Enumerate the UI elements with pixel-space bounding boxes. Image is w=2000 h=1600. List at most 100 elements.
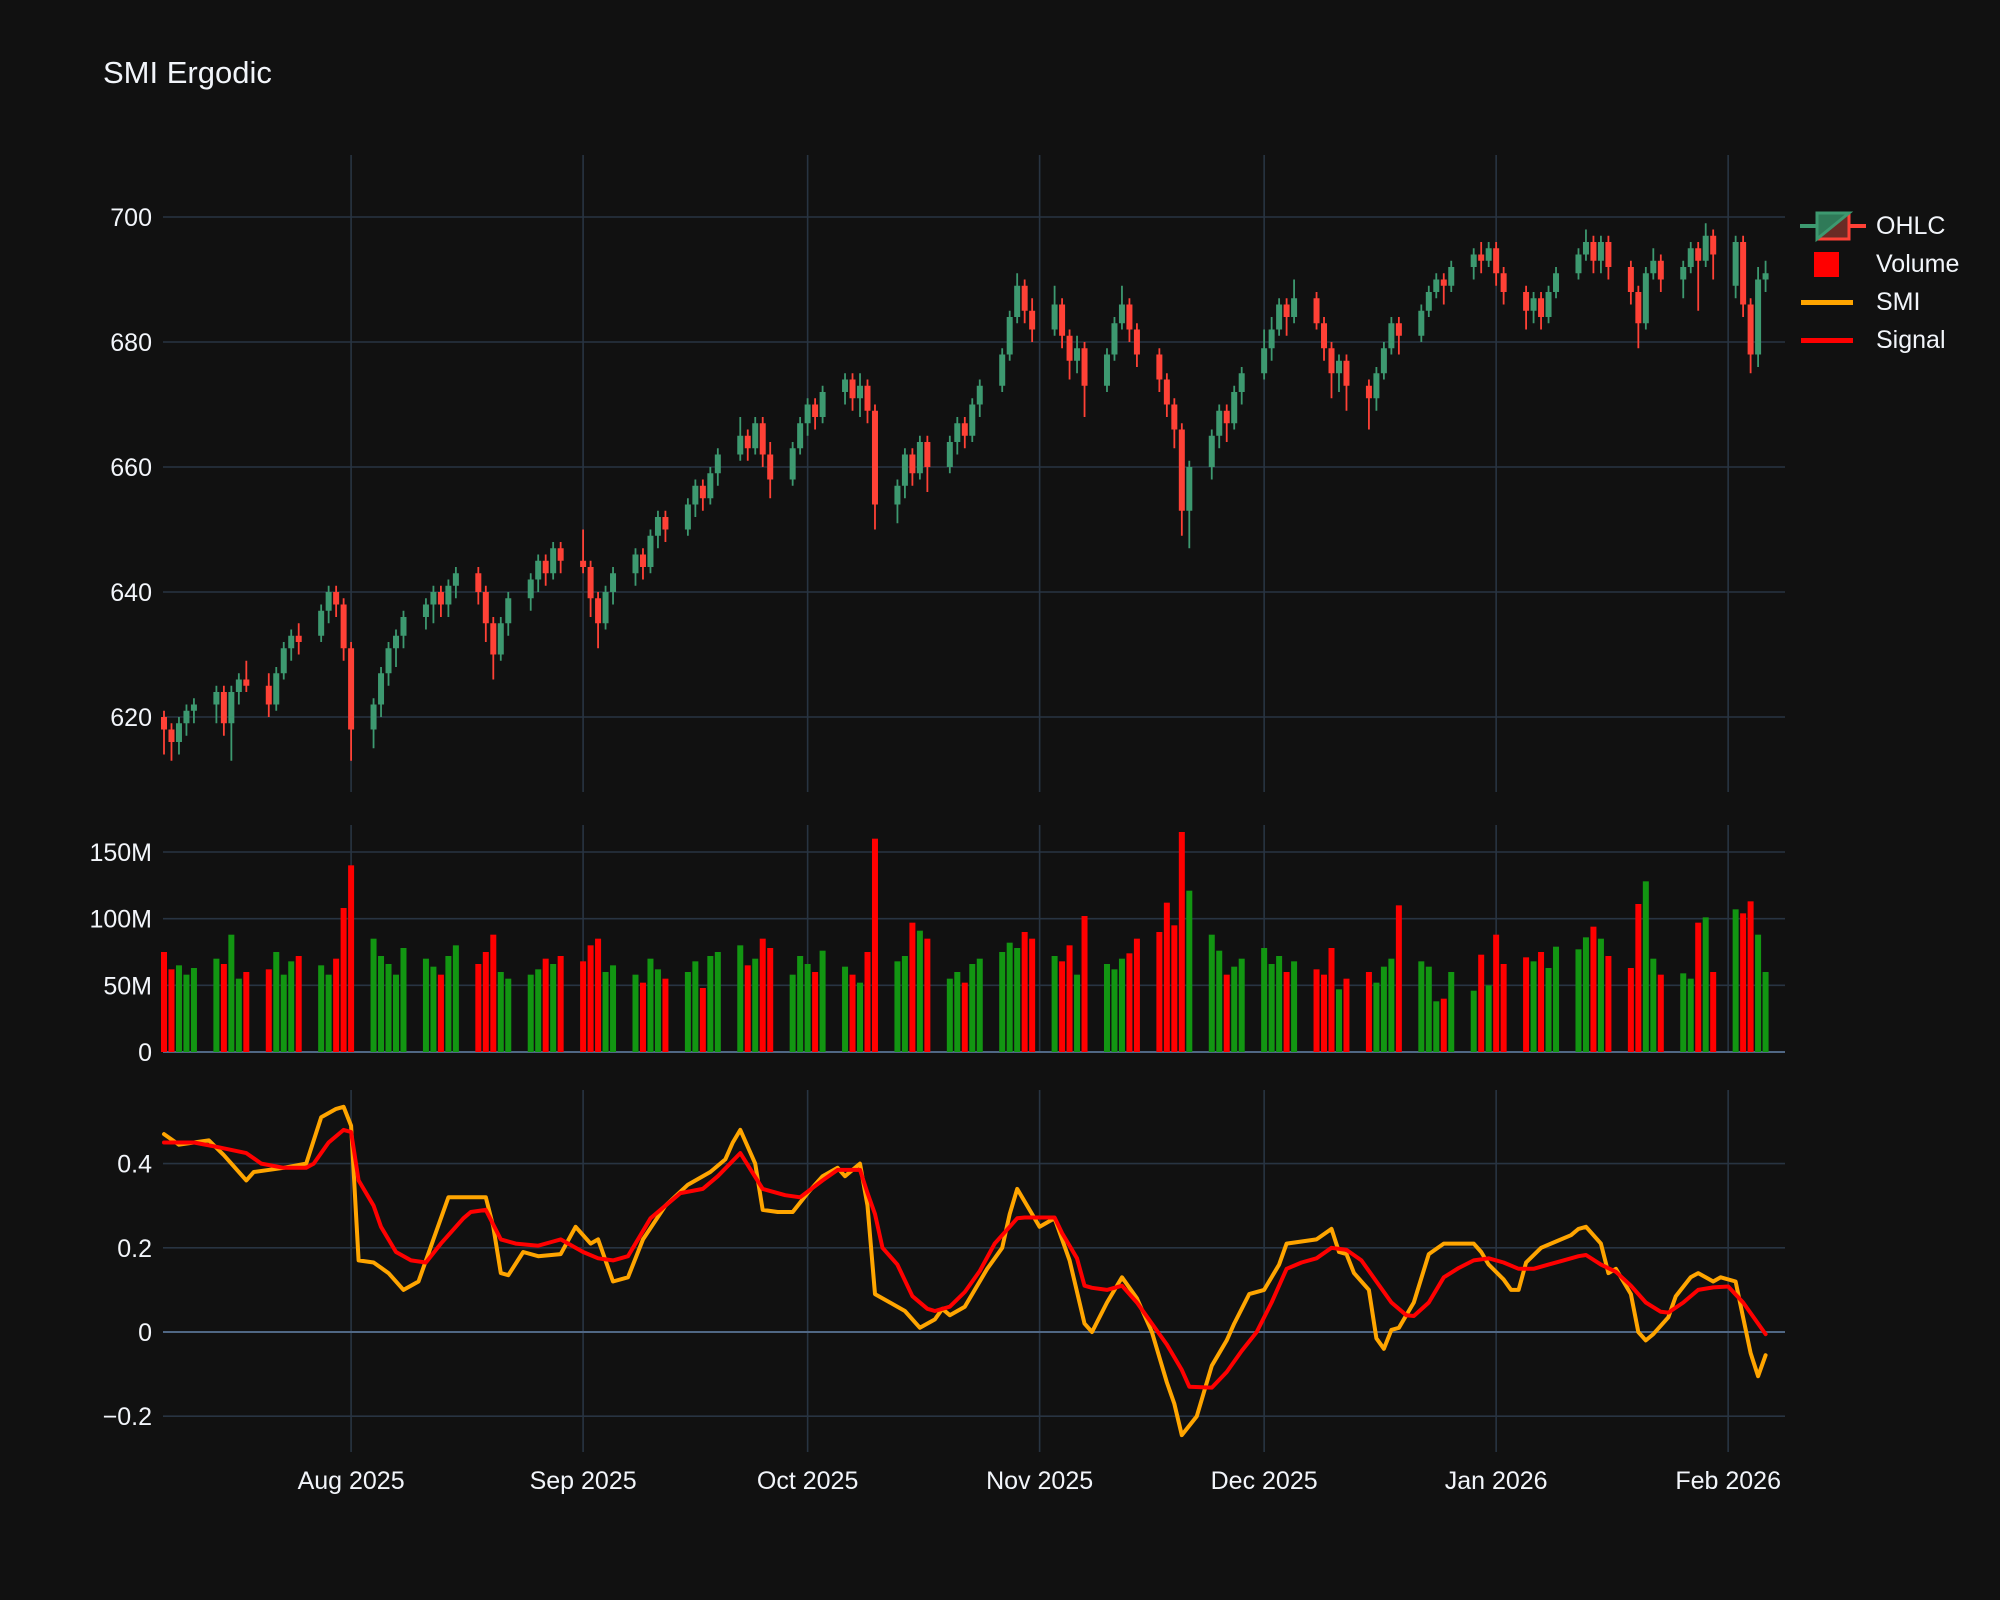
axis-labels: 700 680 660 640 620 150M 100M 50M 0 0.4 0.2 0 −0.2 Au… [89, 204, 1781, 1495]
candle-body [378, 673, 385, 705]
volume-bar [542, 958, 549, 1052]
volume-tick-label: 50M [103, 972, 152, 1000]
volume-bar [1103, 964, 1110, 1052]
volume-bar [1118, 958, 1125, 1052]
legend-item-smi[interactable]: SMI [1800, 283, 1959, 321]
volume-bar [243, 972, 250, 1052]
chart-canvas[interactable]: 700 680 660 640 620 150M 100M 50M 0 0.4 0.2 0 −0.2 Au… [0, 0, 2000, 1600]
candle-body [1365, 385, 1372, 399]
volume-bar [707, 956, 714, 1052]
candle-body [969, 404, 976, 436]
volume-bar [1597, 938, 1604, 1052]
legend-item-ohlc[interactable]: OHLC [1800, 207, 1959, 245]
volume-bar [1380, 966, 1387, 1052]
candle-body [1553, 273, 1560, 292]
volume-bar [1687, 978, 1694, 1052]
candle-body [999, 354, 1006, 386]
volume-bar [1231, 966, 1238, 1052]
candle-body [1029, 310, 1036, 330]
volume-bar [1186, 890, 1193, 1052]
candle-body [744, 435, 751, 449]
candle-body [684, 504, 691, 530]
volume-bar [1335, 989, 1342, 1052]
candle-body [1755, 279, 1762, 355]
volume-bar [1530, 961, 1537, 1052]
volume-bar [168, 969, 175, 1052]
volume-bar [857, 982, 864, 1052]
volume-bar [1642, 881, 1649, 1052]
candle-body [1470, 254, 1477, 267]
candle-body [1208, 435, 1215, 467]
candle-body [759, 423, 766, 455]
volume-bar [400, 948, 407, 1052]
candle-body [1074, 348, 1081, 361]
candle-body [295, 635, 302, 642]
volume-bar [422, 958, 429, 1052]
candle-body [1014, 285, 1021, 317]
legend-item-volume[interactable]: Volume [1800, 245, 1959, 283]
volume-bar [1388, 958, 1395, 1052]
volume-bar [924, 938, 931, 1052]
candle-body [445, 585, 452, 605]
volume-bar [1523, 957, 1530, 1052]
volume-bar [1575, 949, 1582, 1052]
volume-bar [1313, 969, 1320, 1052]
volume-bar [842, 966, 849, 1052]
price-tick-label: 700 [110, 204, 152, 232]
candle-body [707, 473, 714, 499]
candle-body [1425, 292, 1432, 311]
volume-bar [550, 964, 557, 1052]
candle-body [804, 404, 811, 424]
volume-bar [452, 945, 459, 1052]
candle-body [228, 692, 235, 724]
volume-bar [1059, 961, 1066, 1052]
volume-bar [175, 965, 182, 1052]
volume-tick-label: 0 [138, 1039, 152, 1067]
candle-body [1051, 304, 1058, 330]
candle-body [1163, 379, 1170, 405]
candle-body [1103, 354, 1110, 386]
volume-bar [1590, 926, 1597, 1052]
candle-body [1590, 242, 1597, 261]
legend-label-signal: Signal [1876, 325, 1946, 354]
volume-bar [437, 974, 444, 1052]
volume-bar [161, 952, 167, 1052]
legend-label-ohlc: OHLC [1876, 211, 1946, 240]
candle-body [812, 404, 819, 417]
candle-body [1111, 323, 1118, 355]
volume-swatch-icon [1800, 251, 1870, 277]
volume-bar [228, 934, 235, 1052]
volume-bar [295, 956, 302, 1052]
volume-bar [961, 982, 968, 1052]
volume-bar [1276, 956, 1283, 1052]
candle-body [430, 592, 437, 605]
price-tick-label: 660 [110, 454, 152, 482]
volume-bar [1732, 909, 1739, 1052]
volume-bar [445, 956, 452, 1052]
volume-bar [1029, 938, 1036, 1052]
candle-body [482, 592, 489, 624]
volume-bar [684, 972, 691, 1052]
volume-bar [849, 974, 856, 1052]
candle-body [595, 598, 602, 624]
volume-bar [1268, 964, 1275, 1052]
volume-bar [1373, 982, 1380, 1052]
candle-body [1006, 317, 1013, 355]
volume-bar [1216, 950, 1223, 1052]
volume-bar [1747, 901, 1754, 1052]
candle-body [1695, 248, 1702, 261]
candle-body [370, 704, 377, 730]
candle-body [385, 648, 392, 674]
volume-bar [819, 950, 826, 1052]
candle-body [1597, 242, 1604, 261]
candle-body [714, 454, 721, 474]
candle-body [1657, 260, 1664, 280]
legend-item-signal[interactable]: Signal [1800, 321, 1959, 359]
volume-bar [348, 865, 355, 1052]
candle-body [490, 623, 497, 655]
volume-bar [654, 969, 661, 1052]
candle-body [213, 692, 220, 705]
volume-bar [1126, 953, 1133, 1052]
volume-bar [1740, 913, 1747, 1052]
candle-body [1440, 279, 1447, 286]
